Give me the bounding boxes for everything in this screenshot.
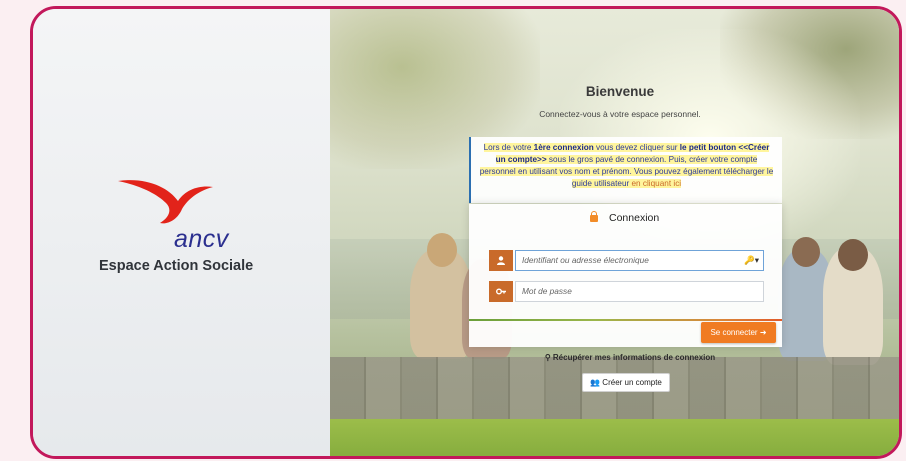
first-login-info: Lors de votre 1ère connexion vous devez … <box>469 137 782 203</box>
login-card: Connexion Identifiant ou adresse électro… <box>469 204 782 347</box>
info-text-bold-1: 1ère connexion <box>533 143 594 152</box>
info-text-1: Lors de votre <box>483 143 534 152</box>
login-header: Connexion <box>469 204 782 234</box>
info-text-2: vous devez cliquer sur <box>593 143 680 152</box>
guide-link[interactable]: en cliquant ici <box>631 179 682 188</box>
brand-panel: ancv Espace Action Sociale <box>33 9 330 456</box>
welcome-title: Bienvenue <box>585 84 655 99</box>
create-label: Créer un compte <box>602 378 662 387</box>
brand-subtitle: Espace Action Sociale <box>99 258 254 274</box>
login-title: Connexion <box>609 212 660 224</box>
key-icon <box>489 281 513 302</box>
password-placeholder: Mot de passe <box>522 286 572 296</box>
password-manager-icon[interactable]: 🔑▾ <box>744 251 759 270</box>
username-input[interactable]: Identifiant ou adresse électronique 🔑▾ <box>515 250 764 271</box>
lock-icon <box>590 211 598 222</box>
welcome-subtitle: Connectez-vous à votre espace personnel. <box>539 109 701 119</box>
recover-label: Récupérer mes informations de connexion <box>552 353 716 362</box>
password-row: Mot de passe <box>489 281 764 302</box>
card-divider <box>469 319 782 321</box>
connect-button[interactable]: Se connecter ➜ <box>701 322 776 343</box>
ancv-wordmark: ancv <box>174 225 229 253</box>
recover-credentials-link[interactable]: ⚲ Récupérer mes informations de connexio… <box>540 353 720 362</box>
username-placeholder: Identifiant ou adresse électronique <box>522 255 649 265</box>
user-plus-icon: 👥 <box>590 378 603 387</box>
ancv-bird-logo <box>118 180 213 224</box>
key-search-icon: ⚲ <box>544 353 553 362</box>
create-account-button[interactable]: 👥 Créer un compte <box>582 373 670 392</box>
username-row: Identifiant ou adresse électronique 🔑▾ <box>489 250 764 271</box>
user-icon <box>489 250 513 271</box>
password-input[interactable]: Mot de passe <box>515 281 764 302</box>
